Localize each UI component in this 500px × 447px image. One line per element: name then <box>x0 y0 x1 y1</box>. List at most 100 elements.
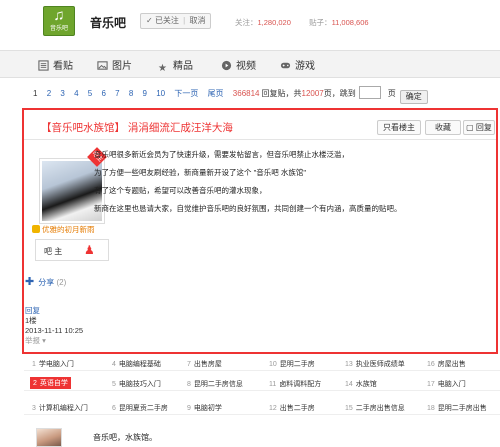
page-jump-input[interactable] <box>358 86 381 99</box>
check-icon: ✓ <box>146 16 153 25</box>
post-title-row: 【音乐吧水族馆】 涓涓细流汇成汪洋大海 只看楼主 收藏 <box>24 110 496 140</box>
related-link[interactable]: 12 出售二手房 <box>269 403 315 413</box>
avatar-image <box>42 161 102 221</box>
related-links-row: 2 英语自学 5 电脑技巧入门 8 昆明二手房信息 11 卤料调料配方 14 水族馆 17… <box>24 377 500 391</box>
author-role: 吧 主 <box>44 247 63 256</box>
follow-count-label: 关注： <box>235 18 258 27</box>
person-icon: ♟ <box>84 243 95 257</box>
related-link[interactable]: 17 电脑入门 <box>427 379 466 389</box>
share-label: 分享 <box>38 278 55 287</box>
pagination: 1 2 3 4 5 6 7 8 9 10 下一页 尾页 366814 回复贴，共1… <box>33 86 435 104</box>
related-link[interactable]: 13 执业医师成绩单 <box>345 359 405 369</box>
related-link[interactable]: 11 卤料调料配方 <box>269 379 321 389</box>
related-link[interactable]: 18 昆明二手房出售 <box>427 403 487 413</box>
star-icon: ★ <box>158 63 167 74</box>
forum-logo[interactable]: ♫ 音乐吧 <box>43 6 75 36</box>
post-paragraph: 为了方便一些吧友刷经验，新商量新开设了这个 "音乐吧 水族馆" <box>94 168 306 177</box>
page-link[interactable]: 3 <box>60 89 64 98</box>
page-link[interactable]: 2 <box>47 89 51 98</box>
post-paragraph: 音乐吧很多新近会员为了快速升级，需要发帖留言，但音乐吧禁止水楼泛滥， <box>94 150 349 159</box>
music-note-icon: ♫ <box>53 7 65 24</box>
follow-control[interactable]: ✓ 已关注 | 取消 <box>140 13 212 29</box>
related-link[interactable]: 3 计算机编程入门 <box>32 403 88 413</box>
gamepad-icon <box>280 62 291 69</box>
post-datetime: 2013-11-11 10:25 <box>25 326 84 335</box>
forum-stats: 关注：1,280,020 贴子：11,008,606 <box>235 17 369 28</box>
related-link[interactable]: 5 电脑技巧入门 <box>112 379 161 389</box>
first-post: 【音乐吧水族馆】 涓涓细流汇成汪洋大海 只看楼主 收藏 吧主 优雅的初月新雨 吧… <box>22 108 498 354</box>
post-meta: 回复 1楼 2013-11-11 10:25 举报 ▾ <box>25 306 83 346</box>
nav-label: 游戏 <box>295 61 315 72</box>
related-links-row: 3 计算机编程入门 6 昆明夏贡二手房 9 电脑初学 12 出售二手房 15 二手房出售信… <box>24 401 500 415</box>
plus-icon: ✚ <box>25 276 35 288</box>
related-link[interactable]: 9 电脑初学 <box>187 403 222 413</box>
second-post-text: 音乐吧，水族馆。 <box>93 433 157 442</box>
image-icon <box>97 61 108 70</box>
nav-label: 精品 <box>173 61 193 72</box>
nav-item-games[interactable]: 游戏 <box>280 57 315 72</box>
related-link[interactable]: 16 房屋出售 <box>427 359 466 369</box>
share-count: (2) <box>56 278 67 287</box>
author-role-box: 吧 主 ♟ <box>35 239 109 261</box>
page-jump-button[interactable]: 确定 <box>399 90 428 104</box>
related-link-highlighted[interactable]: 2 英语自学 <box>30 377 71 389</box>
page-link[interactable]: 7 <box>115 89 119 98</box>
related-link[interactable]: 1 学电脑入门 <box>32 359 74 369</box>
pages-label: 页，跳到 <box>323 89 356 98</box>
post-count: 11,008,606 <box>331 18 369 27</box>
post-count-label: 贴子： <box>309 18 332 27</box>
reply-count-label: 回复贴，共 <box>261 89 302 98</box>
reply-button[interactable]: ▢ 回复 <box>463 120 495 135</box>
page-link[interactable]: 6 <box>101 89 105 98</box>
floor-number: 1楼 <box>25 316 37 325</box>
related-link[interactable]: 7 出售房屋 <box>187 359 222 369</box>
nav-item-posts[interactable]: 看贴 <box>38 57 73 72</box>
next-page-link[interactable]: 下一页 <box>174 89 198 98</box>
post-paragraph: 有了这个专题贴，希望可以改善音乐吧的灌水现象， <box>94 186 267 195</box>
share-button[interactable]: ✚ 分享 (2) <box>25 274 66 290</box>
page-link[interactable]: 10 <box>156 89 165 98</box>
related-links: 1 学电脑入门 4 电脑编程基础 7 出售房屋 10 昆明二手房 13 执业医师成绩单 1… <box>24 357 500 417</box>
author-name: 优雅的初月新雨 <box>42 225 95 234</box>
related-link[interactable]: 4 电脑编程基础 <box>112 359 161 369</box>
forum-header: ♫ 音乐吧 音乐吧 ✓ 已关注 | 取消 关注：1,280,020 贴子：11,… <box>0 0 500 48</box>
post-title: 【音乐吧水族馆】 涓涓细流汇成汪洋大海 <box>41 122 233 134</box>
collect-button[interactable]: 收藏 <box>425 120 461 135</box>
report-link[interactable]: 举报 ▾ <box>25 336 83 346</box>
video-icon <box>221 60 232 71</box>
follow-count: 1,280,020 <box>257 18 291 27</box>
reply-link[interactable]: 回复 <box>25 306 83 316</box>
second-post-avatar[interactable] <box>36 428 62 447</box>
page-link[interactable]: 4 <box>74 89 78 98</box>
related-link[interactable]: 15 二手房出售信息 <box>345 403 405 413</box>
page-link[interactable]: 5 <box>88 89 92 98</box>
nav-item-video[interactable]: 视频 <box>221 57 256 72</box>
nav-label: 图片 <box>112 61 132 72</box>
reply-count: 366814 <box>232 89 260 98</box>
page-link-current: 1 <box>33 89 38 98</box>
total-pages: 12007 <box>301 89 324 98</box>
related-link[interactable]: 14 水族馆 <box>345 379 377 389</box>
page-link[interactable]: 8 <box>129 89 133 98</box>
forum-nav: 看贴 图片 ★ 精品 视频 游戏 <box>0 50 500 78</box>
list-icon <box>38 60 49 71</box>
related-link[interactable]: 8 昆明二手房信息 <box>187 379 243 389</box>
followed-label: 已关注 <box>154 16 179 25</box>
page-unit: 页 <box>387 89 396 98</box>
author-badge[interactable]: 优雅的初月新雨 <box>32 224 95 235</box>
related-link[interactable]: 10 昆明二手房 <box>269 359 315 369</box>
follow-divider: | <box>183 16 186 25</box>
nav-label: 看贴 <box>53 61 73 72</box>
nav-item-featured[interactable]: ★ 精品 <box>158 57 193 74</box>
forum-name[interactable]: 音乐吧 <box>90 14 126 31</box>
last-page-link[interactable]: 尾页 <box>208 89 224 98</box>
comment-icon: ▢ <box>466 123 474 132</box>
only-owner-button[interactable]: 只看楼主 <box>377 120 421 135</box>
post-content: 音乐吧很多新近会员为了快速升级，需要发帖留言，但音乐吧禁止水楼泛滥， 为了方便一… <box>94 150 434 222</box>
badge-icon <box>32 225 40 233</box>
related-link[interactable]: 6 昆明夏贡二手房 <box>112 403 168 413</box>
unfollow-button[interactable]: 取消 <box>189 16 205 25</box>
nav-item-images[interactable]: 图片 <box>97 57 132 72</box>
post-paragraph: 新商在这里也恳请大家，自觉维护音乐吧的良好氛围，共同创建一个有内涵，高质量的贴吧… <box>94 204 402 213</box>
page-link[interactable]: 9 <box>143 89 147 98</box>
